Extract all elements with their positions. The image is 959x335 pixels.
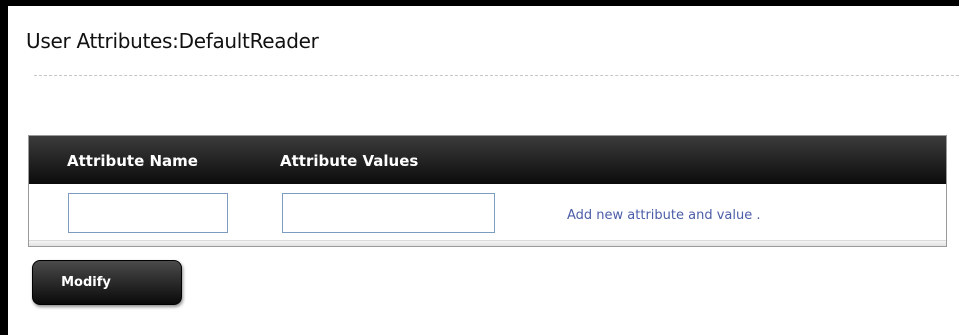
modify-button-label: Modify [61,275,111,290]
column-header-attribute-name: Attribute Name [67,152,198,170]
attribute-name-input[interactable] [68,193,228,233]
attributes-table: Attribute Name Attribute Values Add new … [28,135,947,247]
table-footer [29,240,946,246]
table-header: Attribute Name Attribute Values [29,136,946,184]
page-title: User Attributes:DefaultReader [26,29,319,53]
modify-button[interactable]: Modify [32,260,182,305]
add-attribute-link[interactable]: Add new attribute and value . [567,208,761,223]
column-header-attribute-values: Attribute Values [280,152,419,170]
title-divider [34,75,959,76]
attribute-values-input[interactable] [282,193,495,233]
content-panel: User Attributes:DefaultReader Attribute … [8,6,959,335]
